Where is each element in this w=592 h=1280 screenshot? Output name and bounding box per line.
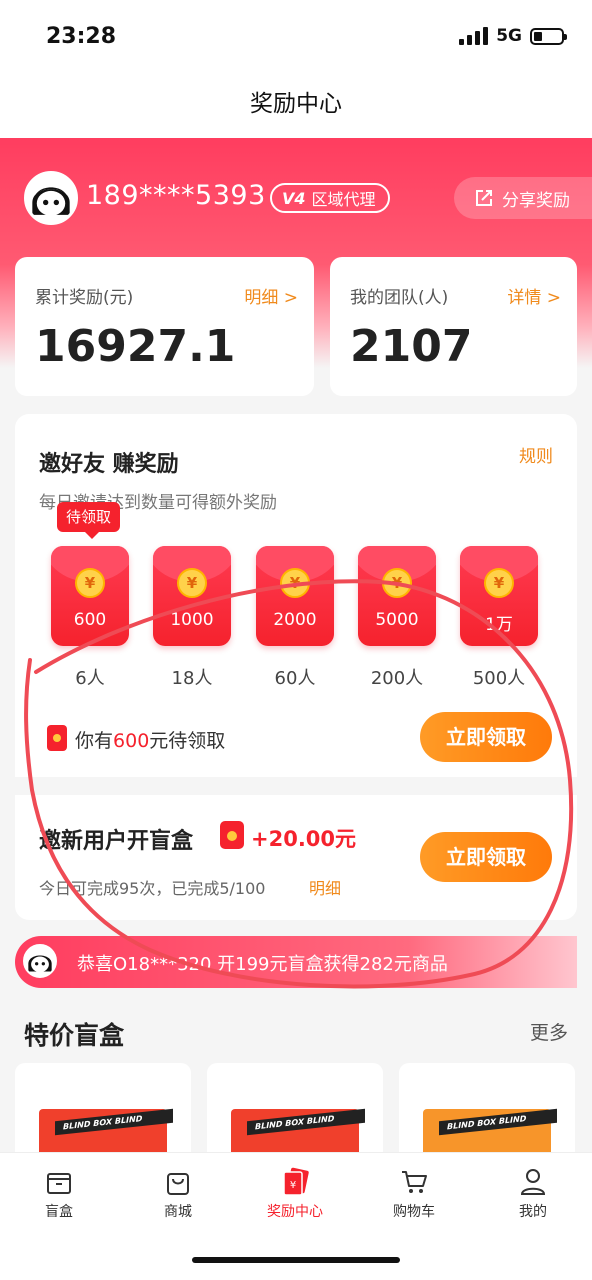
tab-label: 盲盒	[45, 1204, 73, 1220]
claim-task-reward-button[interactable]: 立即领取	[420, 832, 552, 882]
share-label: 分享奖励	[502, 190, 570, 211]
shopping-bag-icon	[167, 1173, 189, 1195]
team-detail-link[interactable]: 详情 >	[507, 283, 561, 308]
avatar-face-icon	[27, 174, 75, 222]
winner-ticker: 恭喜O18***320 开199元盲盒获得282元商品	[15, 936, 577, 988]
tab-label: 我的	[519, 1204, 547, 1220]
pending-tag: 待领取	[57, 502, 121, 539]
invite-title: 邀好友 赚奖励	[39, 452, 179, 477]
coin-icon: ¥	[75, 568, 105, 598]
product-card[interactable]: BLIND BOX BLIND	[207, 1063, 383, 1163]
cart-icon	[402, 1171, 427, 1193]
product-card[interactable]: BLIND BOX BLIND	[399, 1063, 575, 1163]
page-title: 奖励中心	[250, 91, 342, 117]
task-progress: 今日可完成95次，已完成5/100	[39, 879, 266, 898]
red-packet-tier[interactable]: ¥ 600	[51, 546, 129, 646]
total-reward-value: 16927.1	[35, 321, 236, 372]
battery-icon	[530, 27, 567, 45]
tier-people: 6人	[75, 668, 105, 689]
red-packet-icon	[47, 725, 67, 751]
red-packet-tier[interactable]: ¥ 5000	[358, 546, 436, 646]
red-packet-tier[interactable]: ¥ 1万	[460, 546, 538, 646]
tier-people: 500人	[472, 668, 526, 689]
invite-card: 邀好友 赚奖励 规则 每日邀请达到数量可得额外奖励 ¥ 600 ¥ 1000 ¥…	[15, 414, 577, 777]
share-reward-button[interactable]: 分享奖励	[454, 177, 592, 219]
task-reward: +20.00元	[251, 827, 357, 851]
tier-people: 18人	[171, 668, 213, 689]
coin-icon: ¥	[177, 568, 207, 598]
coin-icon: ¥	[484, 568, 514, 598]
red-packet-tier[interactable]: ¥ 1000	[153, 546, 231, 646]
red-packet-icon	[220, 821, 244, 849]
tier-amount: 1000	[170, 610, 214, 630]
rules-link[interactable]: 规则	[519, 442, 553, 467]
tab-reward-center[interactable]: ¥ 奖励中心	[250, 1167, 340, 1221]
tab-blind-box[interactable]: 盲盒	[14, 1167, 104, 1221]
tier-people: 60人	[274, 668, 316, 689]
team-label: 我的团队(人)	[350, 288, 449, 308]
product-card[interactable]: BLIND BOX BLIND	[15, 1063, 191, 1163]
reward-detail-link[interactable]: 明细 >	[244, 283, 298, 308]
reward-icon: ¥	[283, 1167, 309, 1196]
task-title: 邀新用户开盲盒	[39, 829, 194, 854]
tab-label: 购物车	[393, 1204, 435, 1220]
task-card: 邀新用户开盲盒 +20.00元 今日可完成95次，已完成5/100 明细 立即领…	[15, 795, 577, 920]
avatar-face-icon	[25, 946, 55, 976]
ticker-text: 恭喜O18***320 开199元盲盒获得282元商品	[77, 954, 448, 975]
tab-mall[interactable]: 商城	[133, 1167, 223, 1221]
avatar[interactable]	[24, 171, 78, 225]
tier-amount: 2000	[273, 610, 317, 630]
share-icon	[476, 190, 492, 206]
red-packet-tier[interactable]: ¥ 2000	[256, 546, 334, 646]
team-card: 我的团队(人) 详情 > 2107	[330, 257, 577, 396]
tab-label: 商城	[164, 1204, 192, 1220]
pending-amount: 600	[113, 730, 150, 752]
tab-profile[interactable]: 我的	[488, 1167, 578, 1221]
tier-amount: 600	[73, 610, 107, 630]
status-time: 23:28	[46, 24, 117, 49]
level-label: V4	[282, 188, 306, 208]
tier-amount: 5000	[375, 610, 419, 630]
nav-bar: 奖励中心	[0, 72, 592, 138]
section-title: 特价盲盒	[24, 1021, 125, 1050]
signal-icon	[459, 27, 489, 45]
level-badge: V4 区域代理	[270, 183, 390, 213]
home-indicator	[192, 1257, 400, 1263]
total-reward-label: 累计奖励(元)	[35, 288, 134, 308]
total-reward-card: 累计奖励(元) 明细 > 16927.1	[15, 257, 314, 396]
box-icon	[47, 1173, 71, 1194]
claim-invite-reward-button[interactable]: 立即领取	[420, 712, 552, 762]
status-bar: 23:28 5G	[0, 0, 592, 72]
network-type: 5G	[496, 26, 522, 46]
tab-label: 奖励中心	[267, 1204, 323, 1220]
pending-reward-text: 你有600元待领取	[75, 730, 226, 752]
tier-people: 200人	[370, 668, 424, 689]
section-more-link[interactable]: 更多	[530, 1018, 568, 1045]
status-indicators: 5G	[459, 26, 567, 46]
svg-text:¥: ¥	[290, 1180, 296, 1191]
coin-icon: ¥	[280, 568, 310, 598]
profile-icon	[520, 1169, 546, 1195]
task-detail-link[interactable]: 明细	[309, 875, 341, 899]
tab-cart[interactable]: 购物车	[369, 1167, 459, 1221]
team-value: 2107	[350, 321, 473, 372]
tier-amount: 1万	[485, 615, 513, 635]
user-phone: 189****5393	[86, 180, 266, 211]
role-label: 区域代理	[311, 190, 376, 209]
coin-icon: ¥	[382, 568, 412, 598]
ticker-avatar	[23, 944, 57, 978]
